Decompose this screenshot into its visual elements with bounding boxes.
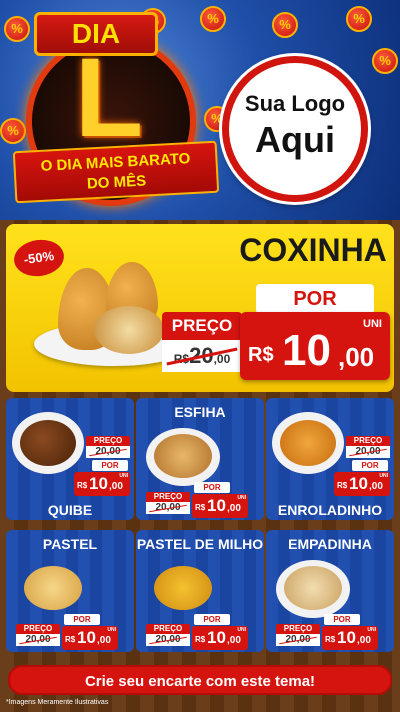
preco-label: PREÇO [162,312,242,340]
food-image [154,566,212,610]
percent-coin-icon: % [346,6,372,32]
logo-text-line-1: Sua Logo [244,91,346,116]
featured-price: UNI R$ 10 ,00 [240,312,390,380]
old-price-box: PREÇO20,00 [146,624,190,648]
food-image [284,566,342,610]
percent-coin-icon: % [372,48,398,74]
price-cents: ,00 [338,342,375,372]
old-price-box: PREÇO20,00 [346,436,390,460]
preco-label: PREÇO [16,624,60,634]
big-l-letter: L [74,35,144,160]
percent-coin-icon: % [272,12,298,38]
percent-coin-icon: % [0,118,26,144]
logo-text-line-2: Aqui [255,119,335,160]
product-price: UNI R$ 10,00 [62,626,118,650]
food-image [24,566,82,610]
food-image [20,420,76,466]
preco-label: PREÇO [86,436,130,446]
currency-label: R$ [248,344,274,366]
cta-banner[interactable]: Crie seu encarte com este tema! [8,665,392,695]
product-price: UNI R$ 10,00 [192,626,248,650]
product-card: EMPADINHA PREÇO20,00 PORUNIR$10,00 [266,530,394,652]
old-price-box: PREÇO20,00 [146,492,190,516]
preco-label: PREÇO [146,624,190,634]
old-price: 20,00 [86,446,130,458]
por-label: POR [352,460,388,471]
por-label: POR [256,284,374,314]
product-card: ENROLADINHOPREÇO20,00PORUNIR$10,00 [266,398,394,520]
product-card: PASTEL PREÇO20,00 PORUNIR$10,00 [6,530,134,652]
product-price: UNI R$ 10,00 [192,494,248,518]
preco-label: PREÇO [276,624,320,634]
food-image [280,420,336,466]
preco-label: PREÇO [146,492,190,502]
old-price: 20,00 [146,502,190,514]
preco-label: PREÇO [346,436,390,446]
old-price: 20,00 [276,634,320,646]
por-label: POR [194,614,230,625]
product-card: PASTEL DE MILHO PREÇO20,00 PORUNIR$10,00 [136,530,264,652]
disclaimer-text: *Imagens Meramente Ilustrativas [6,699,109,706]
old-price: 20,00 [346,446,390,458]
por-label: POR [194,482,230,493]
featured-product-name: COXINHA [239,232,387,268]
price-whole: 10 [282,326,331,375]
percent-coin-icon: % [4,16,30,42]
product-name: QUIBE [47,502,93,518]
food-image [154,434,212,478]
logo-placeholder: Sua Logo Aqui [222,56,368,202]
old-price-box: PREÇO20,00 [86,436,130,460]
old-price-box: PREÇO20,00 [276,624,320,648]
slogan-ribbon: O DIA MAIS BARATO DO MÊS [12,140,220,204]
product-name: EMPADINHA [288,536,372,552]
product-card: ESFIHA PREÇO20,00 PORUNIR$10,00 [136,398,264,520]
percent-coin-icon: % [200,6,226,32]
product-price: UNI R$ 10,00 [322,626,378,650]
old-price: 20,00 [146,634,190,646]
product-card: QUIBEPREÇO20,00PORUNIR$10,00 [6,398,134,520]
product-name: PASTEL DE MILHO [136,536,264,552]
old-price: R$20,00 [162,340,242,372]
product-price: UNI R$ 10,00 [74,472,130,496]
por-label: POR [64,614,100,625]
old-price: 20,00 [16,634,60,646]
old-price-box: PREÇO20,00 [16,624,60,648]
product-name: PASTEL [42,536,98,552]
por-label: POR [324,614,360,625]
coxinha-cut-image [94,306,164,354]
por-label: POR [92,460,128,471]
product-price: UNI R$ 10,00 [334,472,390,496]
flyer: % % % % % % % % DIA L O DIA MAIS BARATO … [0,0,400,712]
unit-label: UNI [363,318,382,330]
product-name: ESFIHA [174,404,226,420]
header-banner: % % % % % % % % DIA L O DIA MAIS BARATO … [0,0,400,220]
product-name: ENROLADINHO [277,502,383,518]
